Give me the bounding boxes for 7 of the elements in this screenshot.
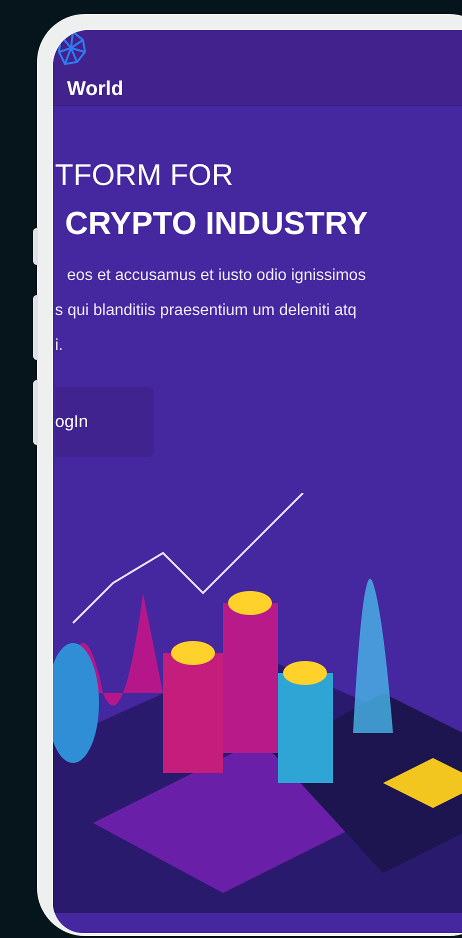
brand-name: World xyxy=(67,79,124,99)
hero-description: i. xyxy=(55,336,64,356)
hero-description: s qui blanditiis praesentium um deleniti atq xyxy=(55,301,358,321)
hero-description: eos et accusamus et iusto odio ignissimos xyxy=(67,266,367,286)
hero-heading: CRYPTO INDUSTRY xyxy=(65,204,369,242)
hero-heading: TFORM FOR xyxy=(55,158,234,194)
login-button[interactable]: ogIn xyxy=(55,387,154,457)
